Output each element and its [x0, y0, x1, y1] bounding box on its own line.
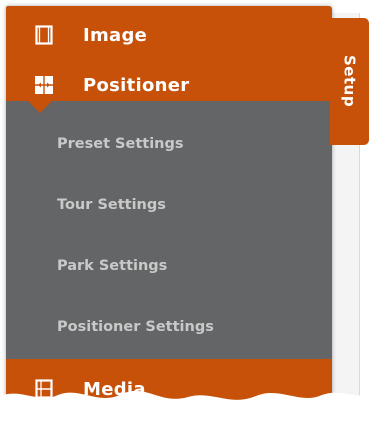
- active-item-pointer: [28, 101, 52, 113]
- submenu-item-tour-settings[interactable]: Tour Settings: [57, 197, 166, 213]
- menu-item-label: Image: [83, 24, 148, 46]
- menu-item-positioner[interactable]: Positioner: [6, 64, 332, 106]
- menu-item-image[interactable]: Image: [6, 14, 332, 56]
- navigation-menu: Image Positioner Preset Settings Tour Se…: [6, 6, 332, 431]
- torn-edge: [0, 390, 374, 439]
- submenu-item-preset-settings[interactable]: Preset Settings: [57, 136, 184, 152]
- setup-tab-label: Setup: [340, 55, 359, 108]
- menu-item-label: Positioner: [83, 74, 190, 96]
- positioner-icon: [34, 75, 54, 95]
- submenu-item-park-settings[interactable]: Park Settings: [57, 258, 167, 274]
- film-frame-icon: [34, 25, 54, 45]
- setup-tab[interactable]: Setup: [330, 18, 369, 145]
- positioner-submenu: Preset Settings Tour Settings Park Setti…: [6, 101, 332, 359]
- submenu-item-positioner-settings[interactable]: Positioner Settings: [57, 319, 214, 335]
